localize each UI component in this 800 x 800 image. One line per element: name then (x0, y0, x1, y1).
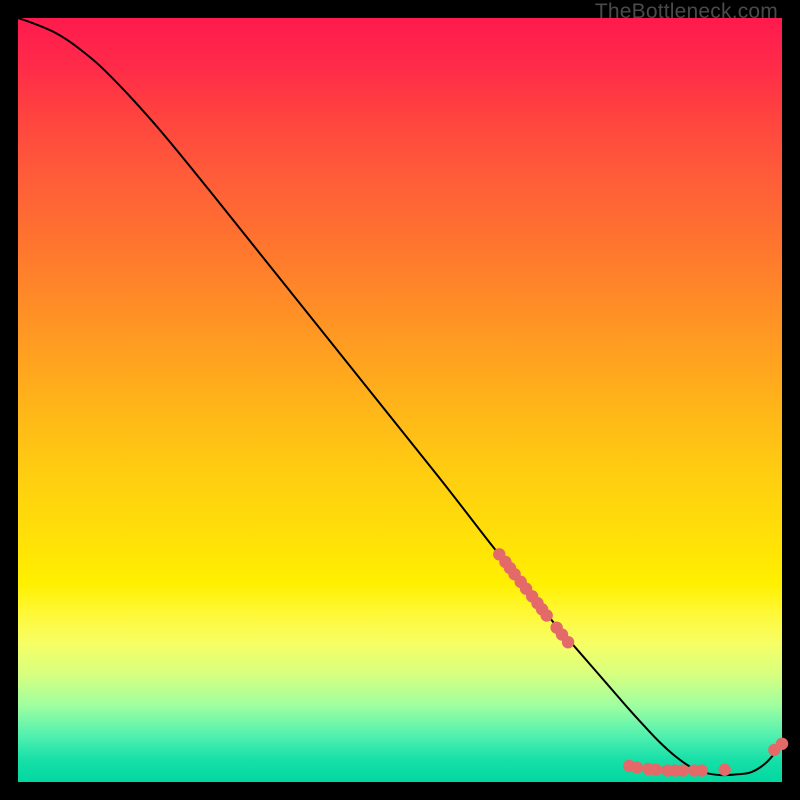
data-marker (631, 761, 643, 773)
data-marker (540, 609, 552, 621)
data-marker (696, 764, 708, 776)
data-marker (562, 636, 574, 648)
bottleneck-chart (18, 18, 782, 782)
chart-line (18, 18, 782, 775)
chart-markers (493, 548, 788, 777)
data-marker (676, 764, 688, 776)
data-marker (776, 738, 788, 750)
data-marker (650, 764, 662, 776)
data-marker (719, 764, 731, 776)
